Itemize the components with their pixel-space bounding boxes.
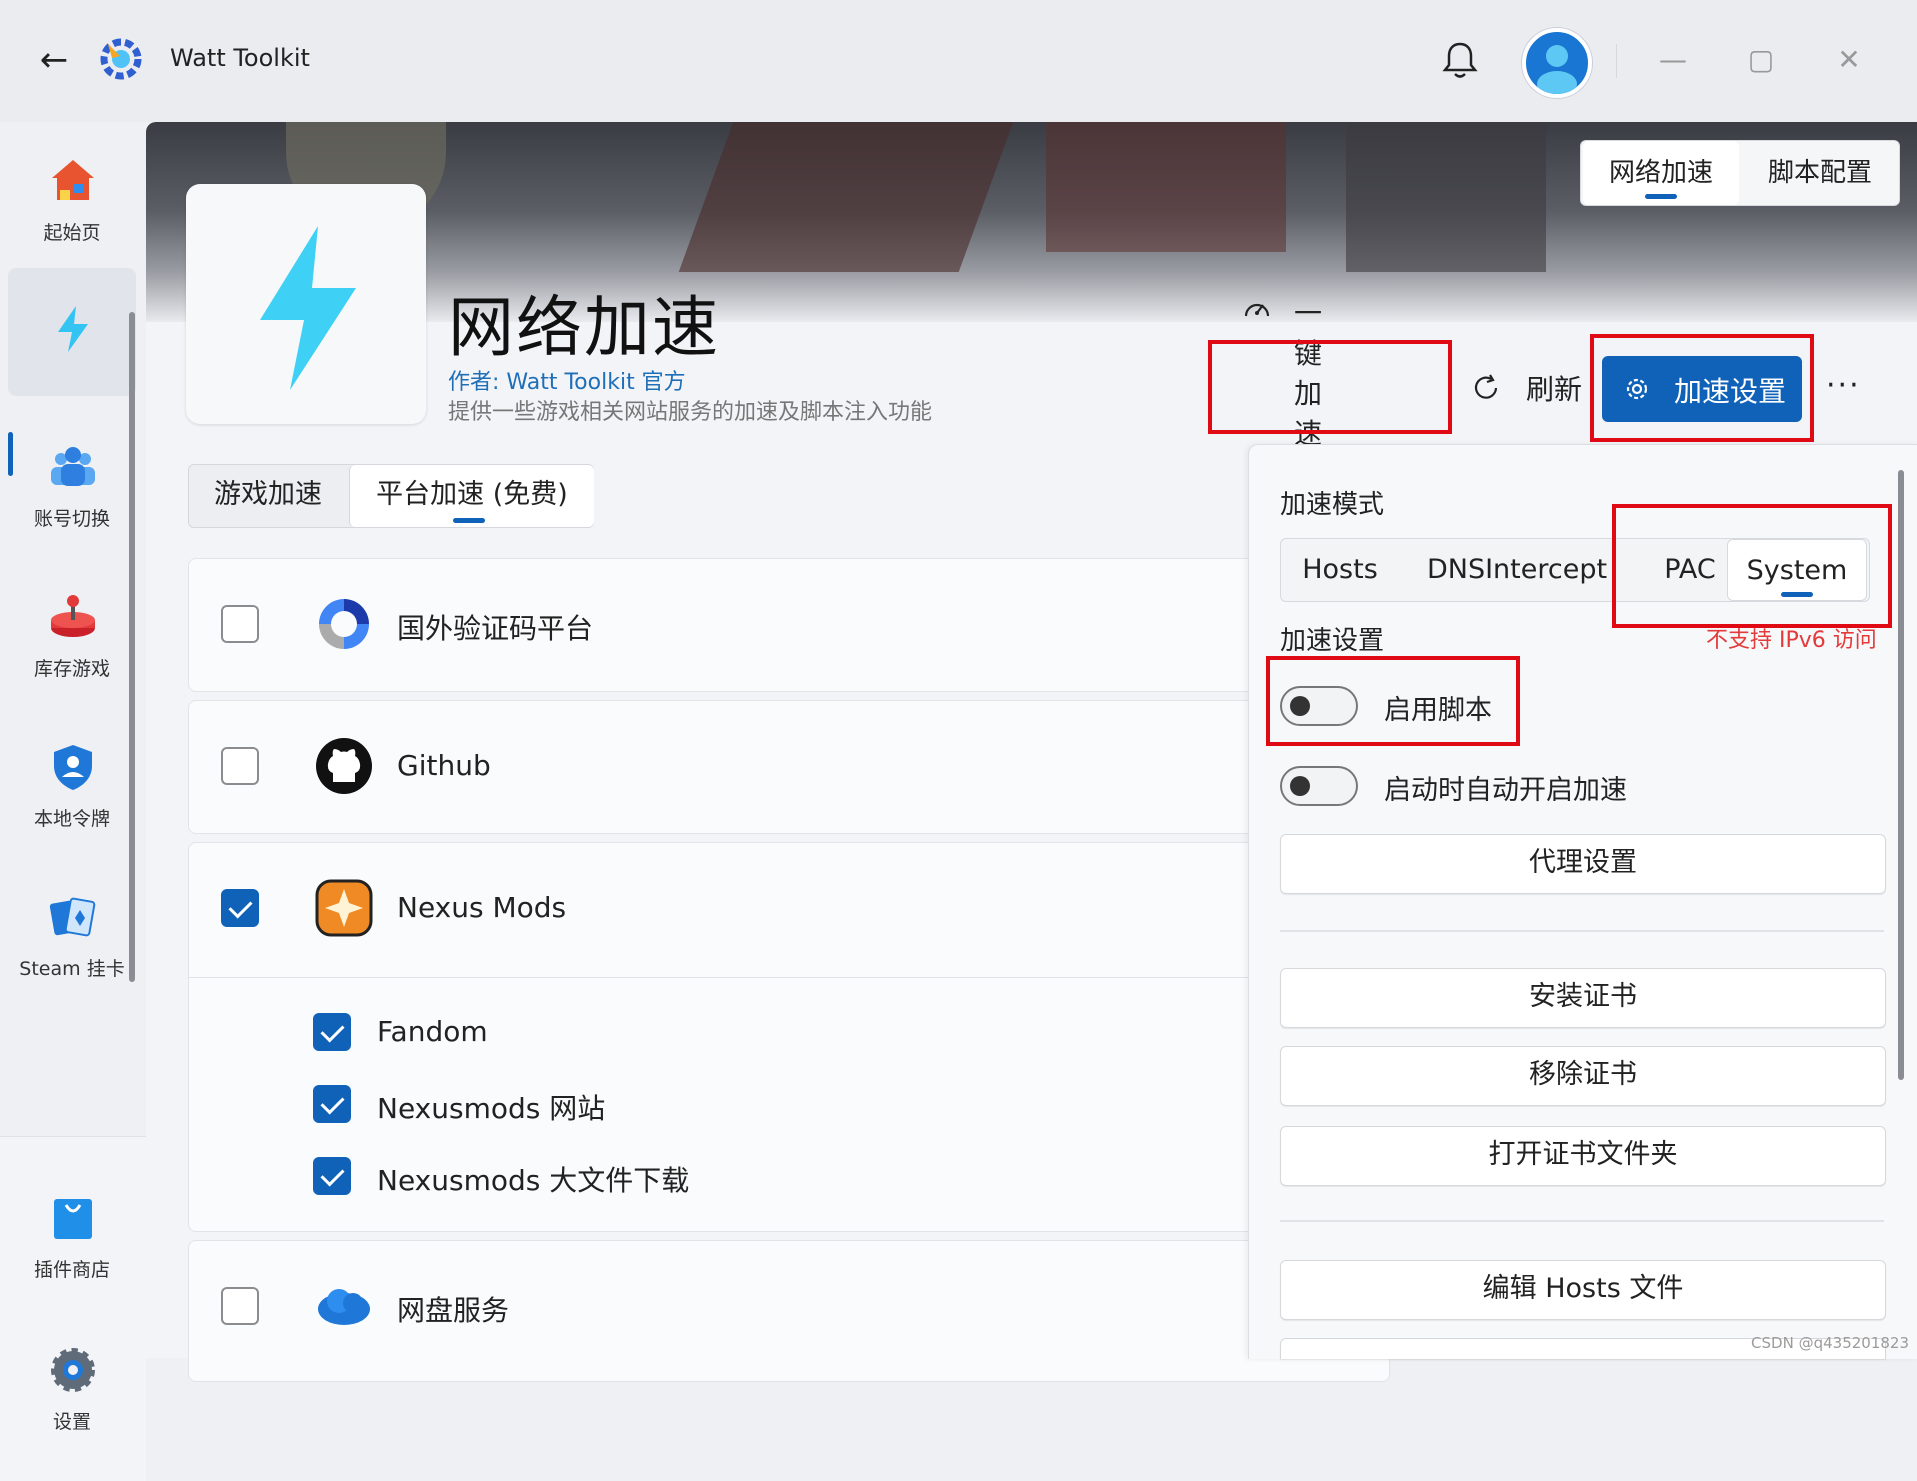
highlight-box [1208, 340, 1452, 434]
sidebar-item-home[interactable]: 起始页 [8, 136, 136, 264]
divider [1616, 44, 1617, 78]
tab-selected-indicator [453, 518, 485, 523]
app-title: Watt Toolkit [170, 44, 310, 72]
sidebar-item-label: 设置 [52, 1411, 91, 1433]
back-arrow-icon[interactable]: ← [36, 42, 72, 78]
minimize-icon[interactable]: — [1648, 40, 1698, 80]
sidebar-item-label: 本地令牌 [33, 808, 110, 830]
panel-scrollbar[interactable] [1898, 470, 1904, 1080]
highlight-box [1612, 504, 1892, 628]
bell-icon[interactable] [1438, 38, 1482, 82]
avatar[interactable] [1522, 28, 1592, 98]
proxy-settings-button[interactable]: 代理设置 [1280, 834, 1886, 894]
service-checkbox[interactable] [221, 747, 259, 785]
nexus-mods-icon [315, 879, 373, 937]
lightning-icon [260, 226, 356, 390]
list-item[interactable]: 网盘服务 [188, 1240, 1390, 1382]
sub-service-name: Nexusmods 大文件下载 [377, 1164, 690, 1197]
auto-start-accel-label: 启动时自动开启加速 [1384, 775, 1627, 806]
accel-mode-label: 加速模式 [1280, 490, 1385, 520]
sidebar-item-label: 起始页 [43, 222, 101, 244]
install-cert-button[interactable]: 安装证书 [1280, 968, 1886, 1028]
one-click-accel-button[interactable]: 一键加速 [1088, 222, 1328, 450]
joystick-icon [51, 595, 95, 637]
refresh-icon [1474, 374, 1498, 399]
divider [189, 977, 1389, 978]
user-icon [1537, 45, 1577, 94]
speedometer-icon [1244, 303, 1270, 317]
list-item[interactable]: 国外验证码平台 [188, 558, 1390, 692]
list-item[interactable]: Nexus Mods Fandom Nexusmods 网站 Nexusmods… [188, 842, 1390, 1232]
service-name: Github [397, 749, 491, 782]
sidebar: 起始页 账号切换 库存游戏 本地令牌 Steam 挂卡 插件商店 设置 [0, 122, 146, 1481]
sidebar-item-label: Steam 挂卡 [19, 958, 125, 980]
cloud-drive-icon [318, 1289, 370, 1325]
tab-selected-indicator [1645, 194, 1677, 199]
sub-service-checkbox[interactable] [313, 1013, 351, 1051]
sidebar-item-steam-idle[interactable]: Steam 挂卡 [8, 872, 136, 1000]
accel-type-tabs: 游戏加速 平台加速 (免费) [188, 464, 594, 528]
service-checkbox[interactable] [221, 1287, 259, 1325]
header-tab-switch: 网络加速 脚本配置 [1580, 140, 1900, 206]
sidebar-item-settings[interactable]: 设置 [8, 1325, 136, 1453]
sub-service-checkbox[interactable] [313, 1085, 351, 1123]
sidebar-item-network-accel[interactable] [8, 268, 136, 396]
sidebar-item-plugin-store[interactable]: 插件商店 [8, 1173, 136, 1301]
accel-settings-label: 加速设置 [1280, 626, 1385, 656]
tab-game-accel[interactable]: 游戏加速 [189, 465, 347, 527]
service-name: 网盘服务 [397, 1294, 510, 1327]
sidebar-item-account-switch[interactable]: 账号切换 [8, 422, 136, 550]
tab-script-config[interactable]: 脚本配置 [1741, 141, 1899, 205]
refresh-button[interactable]: 刷新 [1470, 362, 1590, 432]
auto-start-accel-toggle[interactable] [1280, 766, 1358, 806]
github-icon [316, 738, 372, 794]
shield-user-icon [54, 745, 92, 790]
edit-hosts-button[interactable]: 编辑 Hosts 文件 [1280, 1260, 1886, 1320]
lightning-icon [58, 306, 88, 352]
plugin-icon [186, 184, 426, 424]
recaptcha-icon [319, 599, 369, 649]
remove-cert-button[interactable]: 移除证书 [1280, 1046, 1886, 1106]
gear-icon [51, 1348, 95, 1392]
mode-dnsintercept[interactable]: DNSIntercept [1399, 539, 1635, 601]
shopping-bag-icon [54, 1199, 92, 1239]
sidebar-item-label: 库存游戏 [33, 658, 110, 680]
sidebar-item-local-token[interactable]: 本地令牌 [8, 722, 136, 850]
service-name: Nexus Mods [397, 891, 567, 924]
highlight-box [1590, 334, 1814, 442]
watermark: CSDN @q435201823 [1751, 1334, 1909, 1352]
page-description: 提供一些游戏相关网站服务的加速及脚本注入功能 [448, 400, 933, 425]
sub-service-checkbox[interactable] [313, 1157, 351, 1195]
more-options-button[interactable]: ··· [1826, 368, 1861, 403]
title-bar: ← Watt Toolkit — ▢ ✕ [0, 0, 1917, 122]
divider [1280, 1220, 1884, 1222]
sidebar-item-label: 插件商店 [33, 1259, 110, 1281]
open-cert-folder-button[interactable]: 打开证书文件夹 [1280, 1126, 1886, 1186]
divider [1280, 930, 1884, 932]
service-checkbox[interactable] [221, 605, 259, 643]
sidebar-item-library-games[interactable]: 库存游戏 [8, 572, 136, 700]
highlight-box [1266, 656, 1520, 746]
close-icon[interactable]: ✕ [1824, 40, 1874, 80]
sidebar-scrollbar[interactable] [129, 312, 135, 982]
ipv6-warning: 不支持 IPv6 访问 [1706, 628, 1877, 653]
app-logo-icon [100, 38, 142, 80]
list-item[interactable]: Github [188, 700, 1390, 834]
sidebar-item-label: 账号切换 [33, 508, 110, 530]
sidebar-bottom-section: 插件商店 设置 [0, 1136, 146, 1481]
service-name: 国外验证码平台 [397, 612, 594, 645]
author-link[interactable]: 作者: Watt Toolkit 官方 [448, 364, 686, 396]
refresh-label: 刷新 [1526, 373, 1583, 406]
sub-service-name: Fandom [377, 1015, 488, 1048]
service-checkbox[interactable] [221, 889, 259, 927]
cards-icon [49, 897, 96, 937]
people-icon [51, 447, 95, 486]
mode-hosts[interactable]: Hosts [1281, 539, 1399, 601]
home-icon [52, 160, 94, 200]
page-title: 网络加速 [448, 289, 720, 366]
maximize-icon[interactable]: ▢ [1736, 40, 1786, 80]
sub-service-name: Nexusmods 网站 [377, 1092, 606, 1125]
